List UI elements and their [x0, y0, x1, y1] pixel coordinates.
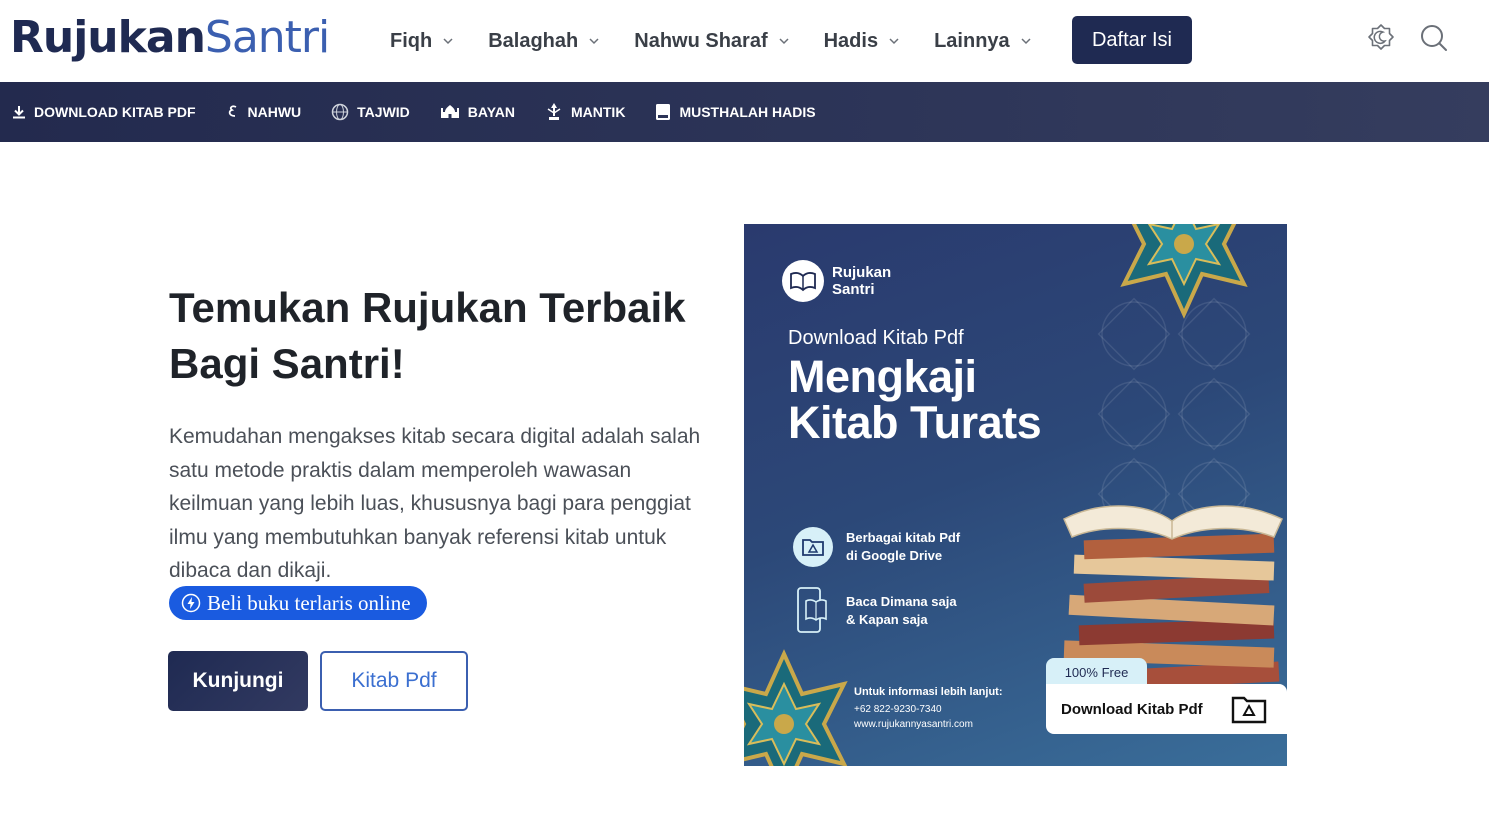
- main-nav: Fiqh Balaghah Nahwu Sharaf Hadis Lainnya: [390, 0, 1066, 82]
- subnav-label: TAJWID: [357, 104, 410, 120]
- subnav-nahwu[interactable]: NAHWU: [226, 104, 302, 120]
- chevron-down-icon: [589, 38, 599, 45]
- nav-label: Balaghah: [488, 29, 579, 52]
- globe-icon: [331, 103, 349, 121]
- nav-label: Nahwu Sharaf: [634, 29, 768, 52]
- nav-item-fiqh[interactable]: Fiqh: [390, 30, 454, 53]
- chevron-down-icon: [889, 38, 899, 45]
- banner-logo-line2: Santri: [832, 281, 875, 298]
- feature1-line1: Berbagai kitab Pdf: [846, 530, 961, 545]
- subnav-musthalah-hadis[interactable]: MUSTHALAH HADIS: [655, 103, 816, 121]
- promo-banner[interactable]: Rujukan Santri Download Kitab Pdf Mengka…: [744, 224, 1287, 766]
- banner-feature-anywhere: Baca Dimana saja & Kapan saja: [792, 587, 957, 633]
- logo-text-rujukan: Rujukan: [10, 12, 206, 63]
- nav-item-balaghah[interactable]: Balaghah: [488, 30, 600, 53]
- banner-download-label: Download Kitab Pdf: [1061, 700, 1203, 718]
- logo-text-santri: Santri: [204, 12, 330, 63]
- subnav-label: DOWNLOAD KITAB PDF: [34, 104, 196, 120]
- kunjungi-button[interactable]: Kunjungi: [168, 651, 308, 711]
- lamp-icon: [547, 103, 561, 120]
- banner-contact-info: Untuk informasi lebih lanjut: +62 822-92…: [854, 686, 1003, 732]
- hero-title: Temukan Rujukan Terbaik Bagi Santri!: [169, 284, 686, 387]
- nav-item-lainnya[interactable]: Lainnya: [934, 30, 1032, 53]
- search-icon[interactable]: [1418, 22, 1450, 54]
- info-heading: Untuk informasi lebih lanjut:: [854, 686, 1003, 698]
- book-icon: [656, 104, 671, 120]
- nav-label: Fiqh: [390, 29, 433, 52]
- nav-item-nahwu-sharaf[interactable]: Nahwu Sharaf: [634, 30, 789, 53]
- banner-title-line2: Kitab Turats: [788, 397, 1042, 448]
- phone-book-icon: [792, 587, 834, 633]
- subnav-label: MUSTHALAH HADIS: [679, 104, 816, 120]
- banner-feature-drive: Berbagai kitab Pdf di Google Drive: [792, 526, 960, 568]
- site-logo[interactable]: RujukanSantri: [10, 12, 330, 64]
- subnav-tajwid[interactable]: TAJWID: [331, 103, 410, 121]
- info-website: www.rujukannyasantri.com: [854, 719, 973, 730]
- hero-description: Kemudahan mengakses kitab secara digital…: [169, 425, 701, 582]
- banner-logo: Rujukan Santri: [782, 260, 891, 302]
- lightning-icon: [181, 593, 201, 613]
- site-header: RujukanSantri Fiqh Balaghah Nahwu Sharaf…: [0, 0, 1489, 82]
- feature2-line1: Baca Dimana saja: [846, 594, 957, 609]
- banner-logo-line1: Rujukan: [832, 264, 892, 281]
- buy-books-label: Beli buku terlaris online: [207, 590, 411, 615]
- subnav-label: BAYAN: [467, 104, 515, 120]
- drive-folder-icon: [792, 526, 834, 568]
- free-tag: 100% Free: [1046, 658, 1147, 686]
- banner-subtitle: Download Kitab Pdf: [788, 327, 964, 349]
- arabic-letter-icon: [228, 105, 236, 117]
- subnav-label: MANTIK: [571, 104, 626, 120]
- theme-toggle-icon[interactable]: [1365, 22, 1397, 54]
- buy-books-link[interactable]: Beli buku terlaris online: [169, 586, 427, 620]
- info-phone: +62 822-9230-7340: [854, 704, 942, 715]
- banner-download-box[interactable]: Download Kitab Pdf: [1046, 684, 1287, 734]
- nav-label: Hadis: [823, 29, 879, 52]
- subnav-download-kitab-pdf[interactable]: DOWNLOAD KITAB PDF: [12, 104, 196, 120]
- drive-folder-icon: [1231, 696, 1267, 724]
- download-icon: [13, 106, 25, 119]
- feature2-line2: & Kapan saja: [846, 612, 928, 627]
- feature1-line2: di Google Drive: [846, 548, 943, 563]
- banner-title: Mengkaji Kitab Turats: [788, 351, 1042, 448]
- chevron-down-icon: [443, 38, 453, 45]
- subnav-bayan[interactable]: BAYAN: [440, 103, 515, 121]
- banner-title-line1: Mengkaji: [788, 351, 977, 402]
- chevron-down-icon: [1021, 38, 1031, 45]
- category-bar: DOWNLOAD KITAB PDF NAHWU TAJWID BAYAN MA…: [0, 82, 1489, 142]
- nav-label: Lainnya: [934, 29, 1010, 52]
- daftar-isi-button[interactable]: Daftar Isi: [1072, 16, 1192, 64]
- kitab-pdf-button[interactable]: Kitab Pdf: [320, 651, 468, 711]
- subnav-mantik[interactable]: MANTIK: [545, 102, 625, 122]
- chevron-down-icon: [779, 38, 789, 45]
- subnav-label: NAHWU: [247, 104, 302, 120]
- nav-item-hadis[interactable]: Hadis: [824, 30, 900, 53]
- mosque-icon: [440, 105, 459, 118]
- book-logo-icon: [782, 260, 824, 302]
